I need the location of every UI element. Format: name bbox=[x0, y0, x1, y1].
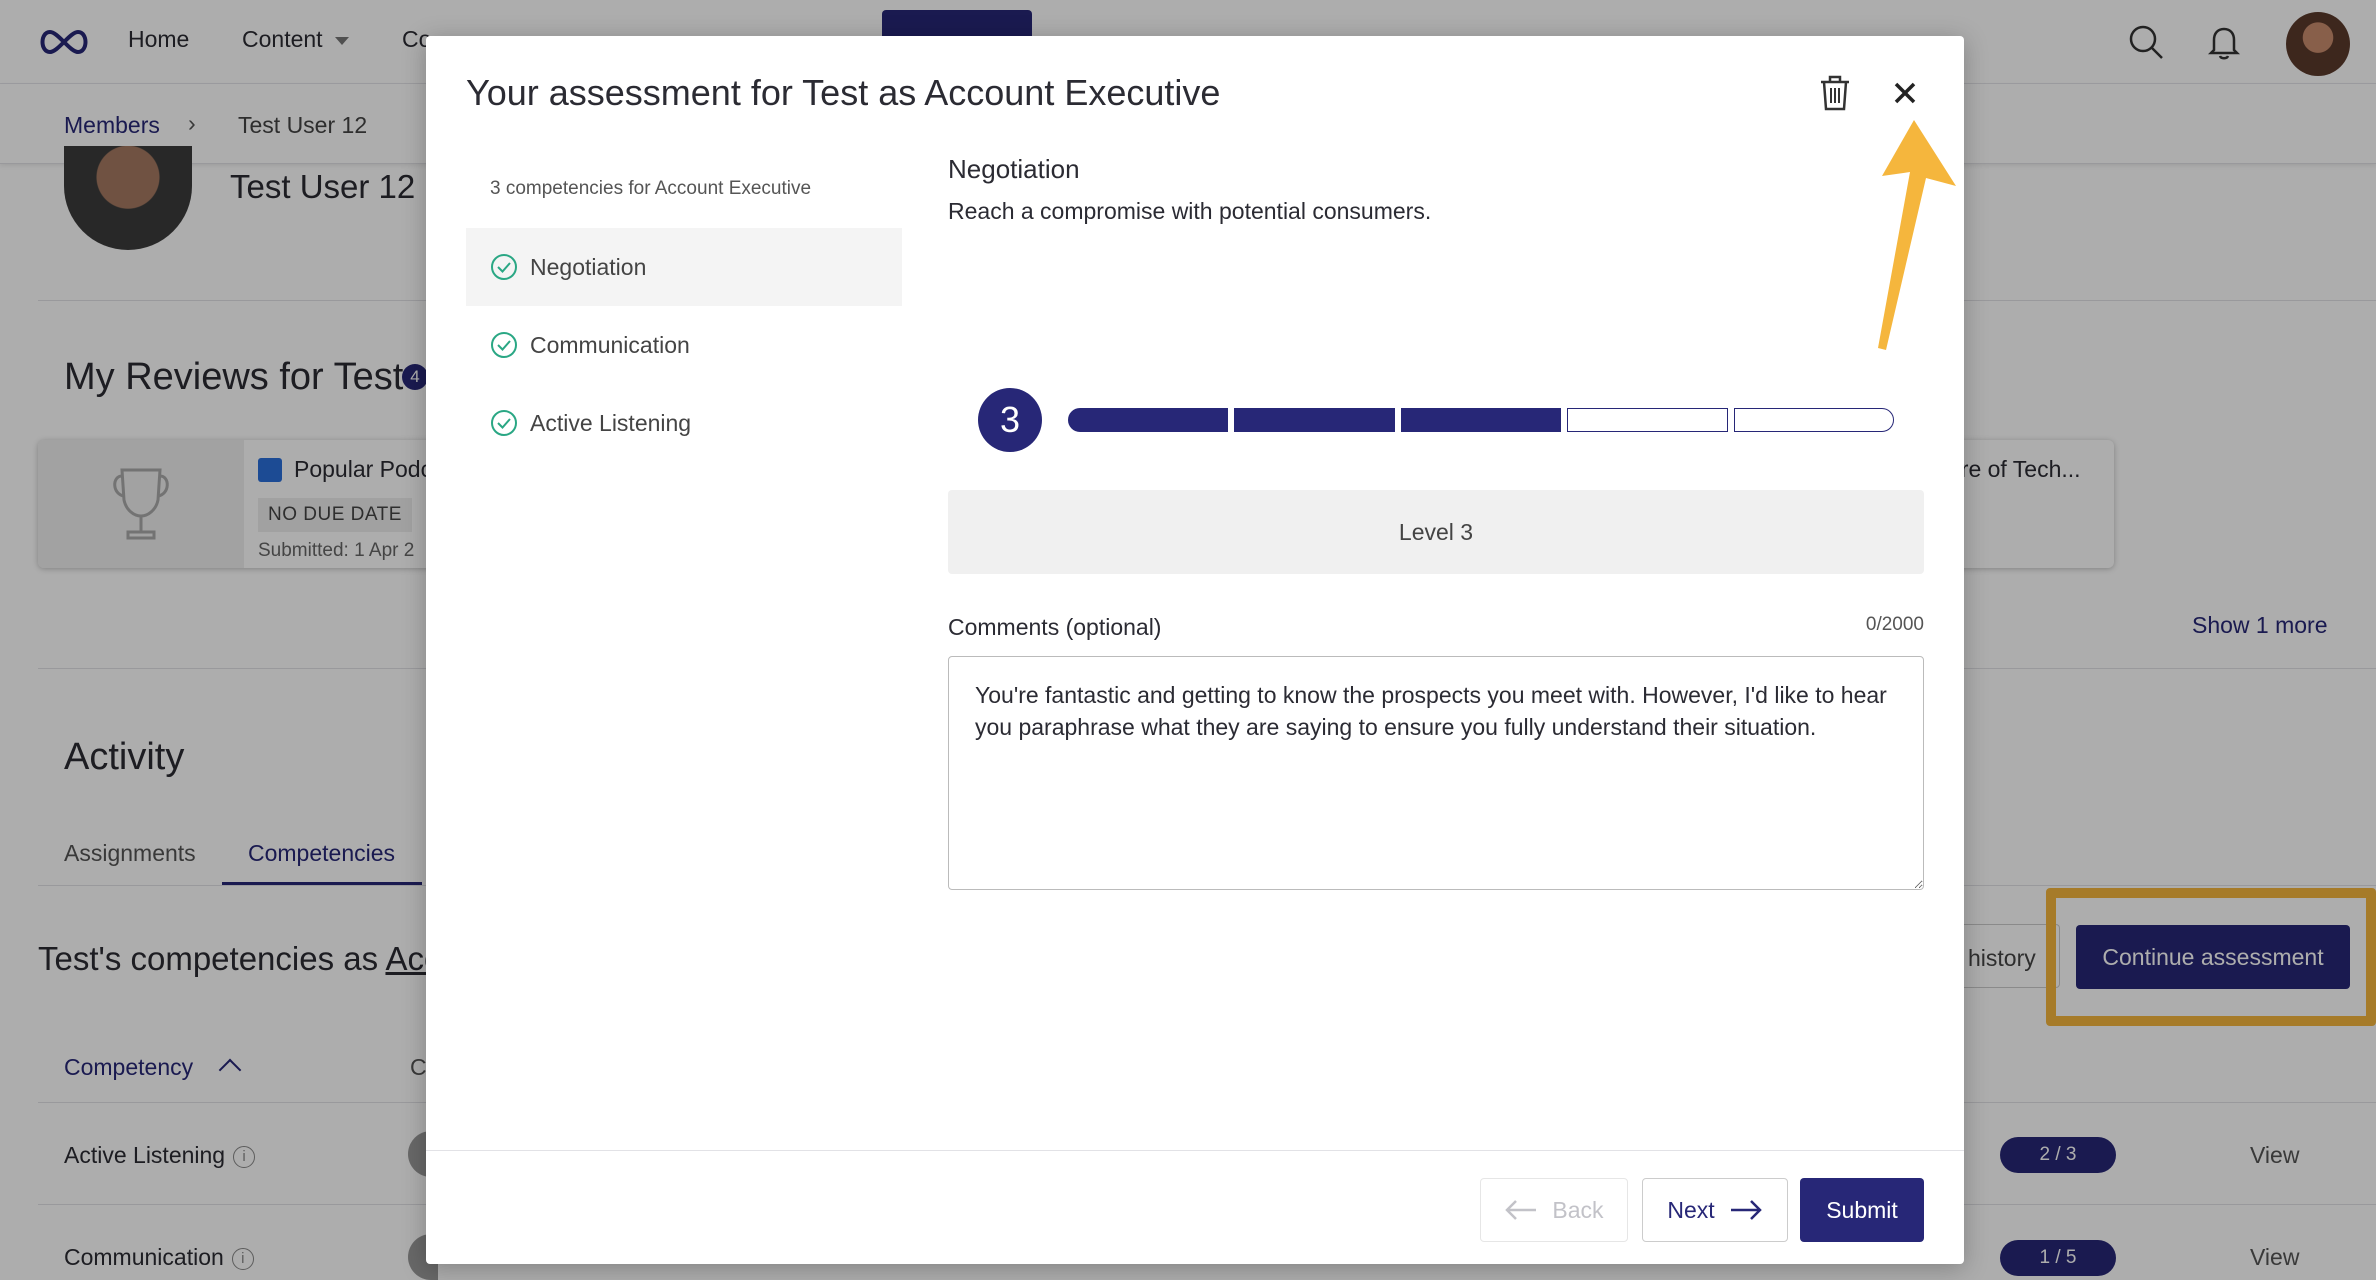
current-level-indicator: 3 bbox=[978, 388, 1042, 452]
competency-description: Reach a compromise with potential consum… bbox=[948, 198, 1432, 224]
comments-label: Comments (optional) bbox=[948, 614, 1162, 640]
close-icon[interactable] bbox=[1888, 76, 1922, 110]
sidebar-item-negotiation[interactable]: Negotiation bbox=[466, 228, 902, 306]
comments-textarea[interactable]: You're fantastic and getting to know the… bbox=[948, 656, 1924, 890]
modal-title: Your assessment for Test as Account Exec… bbox=[466, 72, 1221, 113]
sidebar-item-label: Communication bbox=[530, 332, 690, 358]
level-segment[interactable] bbox=[1567, 408, 1728, 432]
footer-divider bbox=[426, 1150, 1964, 1151]
back-button[interactable]: Back bbox=[1480, 1178, 1628, 1242]
level-segment[interactable] bbox=[1400, 408, 1562, 432]
back-button-label: Back bbox=[1552, 1196, 1604, 1223]
submit-button[interactable]: Submit bbox=[1800, 1178, 1924, 1242]
next-button[interactable]: Next bbox=[1642, 1178, 1788, 1242]
level-rating-bar[interactable] bbox=[1068, 408, 1894, 432]
level-label: Level 3 bbox=[948, 490, 1924, 574]
competency-title: Negotiation bbox=[948, 154, 1080, 184]
arrow-left-icon bbox=[1505, 1200, 1537, 1220]
competency-count: 3 competencies for Account Executive bbox=[490, 178, 812, 199]
sidebar-item-label: Active Listening bbox=[530, 410, 692, 436]
arrow-right-icon bbox=[1730, 1200, 1762, 1220]
assessment-modal: Your assessment for Test as Account Exec… bbox=[426, 36, 1964, 1264]
trash-icon[interactable] bbox=[1818, 74, 1852, 112]
sidebar-item-communication[interactable]: Communication bbox=[466, 306, 902, 384]
next-button-label: Next bbox=[1667, 1196, 1715, 1223]
check-circle-icon bbox=[491, 332, 517, 358]
annotation-arrow-icon bbox=[1878, 120, 1956, 350]
check-circle-icon bbox=[491, 410, 517, 436]
level-segment[interactable] bbox=[1733, 408, 1894, 432]
level-segment[interactable] bbox=[1234, 408, 1395, 432]
sidebar-item-active-listening[interactable]: Active Listening bbox=[466, 384, 902, 462]
check-circle-icon bbox=[491, 254, 517, 280]
character-count: 0/2000 bbox=[1865, 614, 1924, 635]
level-segment[interactable] bbox=[1068, 408, 1229, 432]
sidebar-item-label: Negotiation bbox=[530, 254, 647, 280]
